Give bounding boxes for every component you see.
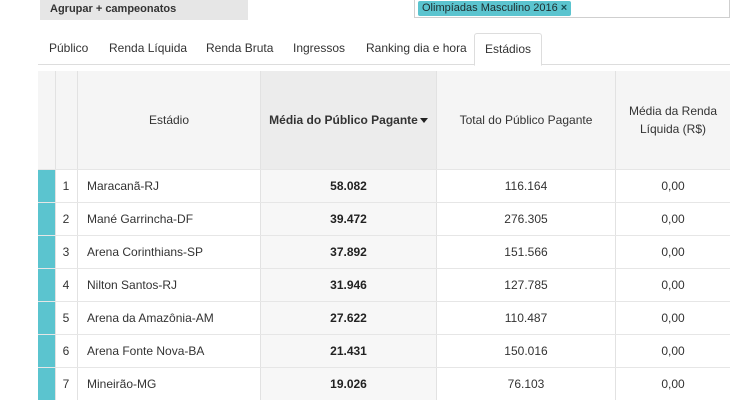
row-stadium: Arena Fonte Nova-BA: [87, 344, 205, 358]
tab-publico[interactable]: Público: [49, 33, 88, 65]
table-row[interactable]: 2 Mané Garrincha-DF 39.472 276.305 0,00: [38, 202, 730, 236]
row-total-paying: 276.305: [504, 212, 548, 226]
row-avg-income: 0,00: [661, 212, 685, 226]
row-rank: 6: [62, 344, 70, 358]
group-label[interactable]: Agrupar + campeonatos: [50, 3, 176, 15]
table-row[interactable]: 5 Arena da Amazônia-AM 27.622 110.487 0,…: [38, 301, 730, 335]
filter-input[interactable]: Olimpíadas Masculino 2016 ×: [414, 0, 730, 18]
sort-desc-icon: [419, 117, 428, 123]
header-total-paying-label: Total do Público Pagante: [459, 113, 593, 127]
row-stadium: Nilton Santos-RJ: [87, 278, 178, 292]
remove-filter-icon[interactable]: ×: [561, 2, 567, 14]
table-row[interactable]: 3 Arena Corinthians-SP 37.892 151.566 0,…: [38, 235, 730, 269]
row-avg-income: 0,00: [661, 344, 685, 358]
row-avg-paying: 19.026: [261, 368, 436, 400]
row-stripe: [38, 170, 55, 203]
row-rank: 4: [62, 278, 70, 292]
toolbar: Agrupar + campeonatos Olimpíadas Masculi…: [0, 0, 730, 22]
row-rank: 5: [62, 311, 70, 325]
header-stripe-cell: [38, 71, 55, 169]
row-avg-paying: 21.431: [261, 335, 436, 368]
tab-renda-liquida[interactable]: Renda Líquida: [109, 33, 187, 65]
row-stripe: [38, 335, 55, 368]
table-row[interactable]: 1 Maracanã-RJ 58.082 116.164 0,00: [38, 169, 730, 203]
row-avg-income: 0,00: [661, 245, 685, 259]
row-avg-income: 0,00: [661, 311, 685, 325]
row-avg-income: 0,00: [661, 278, 685, 292]
header-avg-income-label: Média da Renda Líquida (R$): [628, 104, 718, 136]
row-avg-paying: 31.946: [261, 269, 436, 302]
row-stripe: [38, 368, 55, 400]
tab-bar: Público Renda Líquida Renda Bruta Ingres…: [38, 33, 730, 66]
row-avg-paying: 37.892: [261, 236, 436, 269]
row-stadium: Mineirão-MG: [87, 377, 157, 391]
table-row[interactable]: 6 Arena Fonte Nova-BA 21.431 150.016 0,0…: [38, 334, 730, 368]
header-stadium-label: Estádio: [148, 113, 190, 127]
row-total-paying: 151.566: [504, 245, 548, 259]
tab-renda-bruta[interactable]: Renda Bruta: [206, 33, 273, 65]
tab-ranking-dia-hora[interactable]: Ranking dia e hora: [366, 33, 467, 65]
row-total-paying: 127.785: [504, 278, 548, 292]
row-stripe: [38, 302, 55, 335]
stadium-table: Estádio Média do Público Pagante Total d…: [38, 71, 730, 400]
row-total-paying: 110.487: [504, 311, 548, 325]
table-row[interactable]: 7 Mineirão-MG 19.026 76.103 0,00: [38, 367, 730, 400]
header-avg-paying-label: Média do Público Pagante: [269, 113, 418, 127]
row-stripe: [38, 269, 55, 302]
table-header: Estádio Média do Público Pagante Total d…: [38, 71, 730, 169]
row-rank: 2: [62, 212, 70, 226]
row-rank: 3: [62, 245, 70, 259]
header-avg-income[interactable]: Média da Renda Líquida (R$): [616, 71, 730, 169]
header-rank-cell: [55, 71, 77, 169]
header-avg-paying[interactable]: Média do Público Pagante: [261, 71, 436, 169]
filter-tag-label: Olimpíadas Masculino 2016: [422, 2, 558, 14]
row-rank: 1: [62, 179, 70, 193]
tab-ingressos[interactable]: Ingressos: [293, 33, 345, 65]
row-stadium: Arena Corinthians-SP: [87, 245, 204, 259]
row-avg-paying: 58.082: [261, 170, 436, 203]
tab-estadios[interactable]: Estádios: [474, 33, 543, 66]
row-stadium: Arena da Amazônia-AM: [87, 311, 214, 325]
header-stadium[interactable]: Estádio: [78, 71, 260, 169]
row-stadium: Maracanã-RJ: [87, 179, 160, 193]
row-total-paying: 150.016: [504, 344, 548, 358]
row-total-paying: 76.103: [507, 377, 545, 391]
row-rank: 7: [62, 377, 70, 391]
row-avg-income: 0,00: [661, 377, 685, 391]
row-stadium: Mané Garrincha-DF: [87, 212, 194, 226]
table-row[interactable]: 4 Nilton Santos-RJ 31.946 127.785 0,00: [38, 268, 730, 302]
header-total-paying[interactable]: Total do Público Pagante: [437, 71, 615, 169]
row-avg-paying: 39.472: [261, 203, 436, 236]
row-stripe: [38, 203, 55, 236]
row-stripe: [38, 236, 55, 269]
row-avg-paying: 27.622: [261, 302, 436, 335]
filter-tag: Olimpíadas Masculino 2016 ×: [418, 1, 572, 16]
row-total-paying: 116.164: [504, 179, 548, 193]
row-avg-income: 0,00: [661, 179, 685, 193]
